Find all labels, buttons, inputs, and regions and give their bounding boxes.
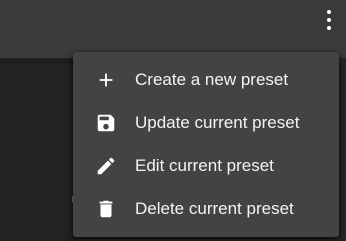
left-panel [0, 58, 76, 241]
trash-icon [94, 197, 118, 221]
menu-item-delete-preset[interactable]: Delete current preset [73, 187, 339, 230]
plus-icon [94, 68, 118, 92]
kebab-dot [327, 26, 331, 30]
menu-item-edit-preset[interactable]: Edit current preset [73, 144, 339, 187]
kebab-dot [327, 10, 331, 14]
save-icon [94, 111, 118, 135]
menu-item-create-preset[interactable]: Create a new preset [73, 58, 339, 101]
pencil-icon [94, 154, 118, 178]
more-vert-icon[interactable] [322, 8, 336, 32]
menu-item-label: Edit current preset [135, 155, 274, 175]
top-bar [0, 0, 346, 58]
left-panel-strip [0, 58, 76, 64]
menu-item-update-preset[interactable]: Update current preset [73, 101, 339, 144]
menu-item-label: Update current preset [135, 112, 300, 132]
preset-menu: Create a new preset Update current prese… [73, 52, 339, 237]
kebab-dot [327, 18, 331, 22]
menu-item-label: Delete current preset [135, 198, 294, 218]
app-window: Create a new preset Update current prese… [0, 0, 346, 241]
menu-item-label: Create a new preset [135, 69, 289, 89]
